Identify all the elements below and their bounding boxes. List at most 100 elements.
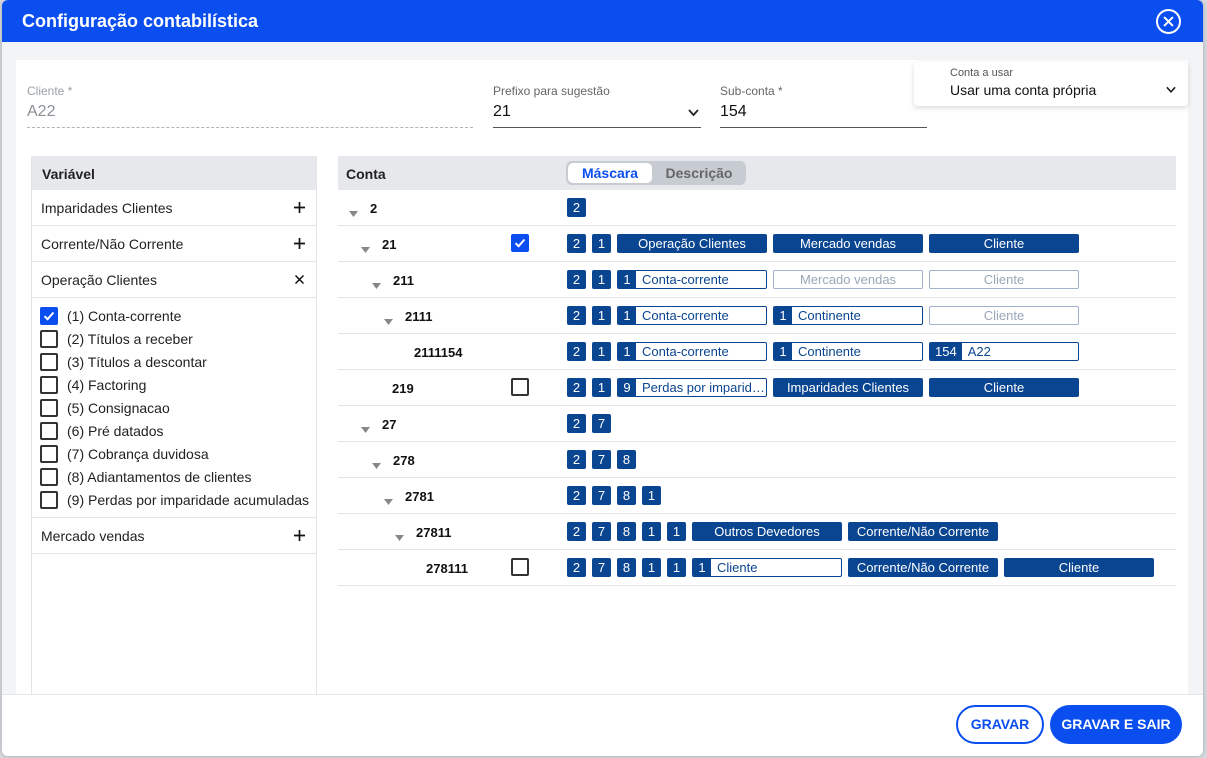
mask-digit: 2 xyxy=(567,450,586,469)
subconta-field[interactable]: Sub-conta * 154 xyxy=(720,84,927,128)
account-code: 27811 xyxy=(416,525,452,540)
cliente-label: Cliente * xyxy=(27,84,73,98)
checkbox[interactable] xyxy=(40,375,58,394)
mask-digit: 2 xyxy=(567,522,586,541)
variable-group[interactable]: Corrente/Não Corrente xyxy=(32,226,316,262)
checkbox-checked[interactable] xyxy=(511,234,529,252)
variable-option[interactable]: (8) Adiantamentos de clientes xyxy=(40,465,316,488)
collapse-icon[interactable] xyxy=(293,273,306,286)
chevron-down-icon xyxy=(688,109,699,117)
variable-option-label: (2) Títulos a receber xyxy=(67,330,193,347)
account-row[interactable]: 22 xyxy=(338,190,1176,226)
save-and-exit-button[interactable]: GRAVAR E SAIR xyxy=(1050,705,1182,744)
close-button[interactable] xyxy=(1156,9,1181,34)
placeholder-tag: Cliente xyxy=(929,270,1079,289)
expand-arrow-icon[interactable] xyxy=(395,528,404,541)
checkbox[interactable] xyxy=(40,398,58,417)
checkbox[interactable] xyxy=(40,329,58,348)
account-code: 219 xyxy=(392,381,414,396)
account-code: 278 xyxy=(393,453,415,468)
expand-plus-icon[interactable] xyxy=(293,529,306,542)
expand-arrow-icon[interactable] xyxy=(361,420,370,433)
account-row[interactable]: 27 2 7 xyxy=(338,406,1176,442)
account-row[interactable]: 278111 2 7 8 1 1 1 Cliente Corrente/Não Corrente… xyxy=(338,550,1176,586)
mask-digit: 7 xyxy=(592,558,611,577)
variable-option[interactable]: (3) Títulos a descontar xyxy=(40,350,316,373)
account-row[interactable]: 278 2 7 8 xyxy=(338,442,1176,478)
chevron-down-icon xyxy=(1166,86,1176,94)
mask-digit: 7 xyxy=(592,450,611,469)
account-row[interactable]: 21 2 1 Operação Clientes Mercado vendas Clien… xyxy=(338,226,1176,262)
mask-input-prefix: 1 xyxy=(774,307,792,324)
mask-digit: 7 xyxy=(592,486,611,505)
variable-option-label: (4) Factoring xyxy=(67,376,147,393)
account-row[interactable]: 2111154 2 1 1 Conta-corrente 1 Continente 154 A2… xyxy=(338,334,1176,370)
mask-digit: 1 xyxy=(667,522,686,541)
placeholder-tag: Cliente xyxy=(929,306,1079,325)
account-row[interactable]: 2111 2 1 1 Conta-corrente 1 Continente Cliente xyxy=(338,298,1176,334)
checkbox[interactable] xyxy=(40,421,58,440)
modal-header: Configuração contabilística xyxy=(2,0,1203,42)
account-code: 27 xyxy=(382,417,397,432)
mask-input[interactable]: 154 A22 xyxy=(929,342,1079,361)
expand-plus-icon[interactable] xyxy=(293,237,306,250)
account-row[interactable]: 211 2 1 1 Conta-corrente Mercado vendas Client… xyxy=(338,262,1176,298)
account-row[interactable]: 27811 2 7 8 1 1 Outros Devedores Corrente/Não C… xyxy=(338,514,1176,550)
variable-option[interactable]: (6) Pré datados xyxy=(40,419,316,442)
variable-option[interactable]: (9) Perdas por imparidade acumuladas xyxy=(40,488,316,511)
check-icon xyxy=(514,238,526,248)
mask-digit: 1 xyxy=(592,306,611,325)
mask-input[interactable]: 1 Conta-corrente xyxy=(617,270,767,289)
conta-usar-select[interactable]: Conta a usar Usar uma conta própria xyxy=(914,62,1188,106)
expand-arrow-icon[interactable] xyxy=(372,456,381,469)
variable-option-label: (5) Consignacao xyxy=(67,399,170,416)
expand-arrow-icon[interactable] xyxy=(349,204,358,217)
checkbox[interactable] xyxy=(40,444,58,463)
cliente-field[interactable]: Cliente * A22 xyxy=(27,84,473,128)
expand-plus-icon[interactable] xyxy=(293,201,306,214)
mask-input[interactable]: 1 Conta-corrente xyxy=(617,342,767,361)
tab-descricao[interactable]: Descrição xyxy=(656,163,742,183)
account-code: 2 xyxy=(370,201,378,216)
close-icon xyxy=(1163,16,1174,27)
variable-option[interactable]: (4) Factoring xyxy=(40,373,316,396)
account-row[interactable]: 219 2 1 9 Perdas por imparid… Imparidades Cli… xyxy=(338,370,1176,406)
variable-group[interactable]: Mercado vendas xyxy=(32,518,316,554)
variable-option[interactable]: (7) Cobrança duvidosa xyxy=(40,442,316,465)
checkbox-checked[interactable] xyxy=(40,306,58,325)
expand-arrow-icon[interactable] xyxy=(384,492,393,505)
checkbox[interactable] xyxy=(40,352,58,371)
mask-input[interactable]: 1 Continente xyxy=(773,306,923,325)
mask-input-text: Conta-corrente xyxy=(642,308,729,323)
variable-option-label: (9) Perdas por imparidade acumuladas xyxy=(67,491,310,508)
mask-input[interactable]: 1 Conta-corrente xyxy=(617,306,767,325)
accounts-title: Conta xyxy=(346,166,386,182)
checkbox[interactable] xyxy=(511,378,529,396)
variable-option[interactable]: (1) Conta-corrente xyxy=(40,304,316,327)
variable-option[interactable]: (2) Títulos a receber xyxy=(40,327,316,350)
variable-group[interactable]: Imparidades Clientes xyxy=(32,190,316,226)
mask-digit: 2 xyxy=(567,414,586,433)
mask-input-prefix: 1 xyxy=(618,343,636,360)
variable-group[interactable]: Operação Clientes xyxy=(32,262,316,298)
prefixo-label: Prefixo para sugestão xyxy=(493,84,610,98)
save-button[interactable]: GRAVAR xyxy=(956,705,1044,744)
variable-tag: Mercado vendas xyxy=(773,234,923,253)
tab-mascara[interactable]: Máscara xyxy=(568,163,652,183)
mask-input[interactable]: 9 Perdas por imparid… xyxy=(617,378,767,397)
account-row[interactable]: 2781 2 7 8 1 xyxy=(338,478,1176,514)
mask-digit: 8 xyxy=(617,486,636,505)
mask-input[interactable]: 1 Continente xyxy=(773,342,923,361)
expand-arrow-icon[interactable] xyxy=(361,240,370,253)
mask-input[interactable]: 1 Cliente xyxy=(692,558,842,577)
checkbox[interactable] xyxy=(40,467,58,486)
checkbox[interactable] xyxy=(511,558,529,576)
expand-arrow-icon[interactable] xyxy=(372,276,381,289)
expand-arrow-icon[interactable] xyxy=(384,312,393,325)
checkbox[interactable] xyxy=(40,490,58,509)
accounts-panel: Conta Máscara Descrição 2 2 21 2 1 Operação C… xyxy=(338,156,1176,700)
prefixo-value: 21 xyxy=(493,103,701,128)
variable-option[interactable]: (5) Consignacao xyxy=(40,396,316,419)
prefixo-select[interactable]: Prefixo para sugestão 21 xyxy=(493,84,701,128)
mask-digit: 1 xyxy=(642,558,661,577)
